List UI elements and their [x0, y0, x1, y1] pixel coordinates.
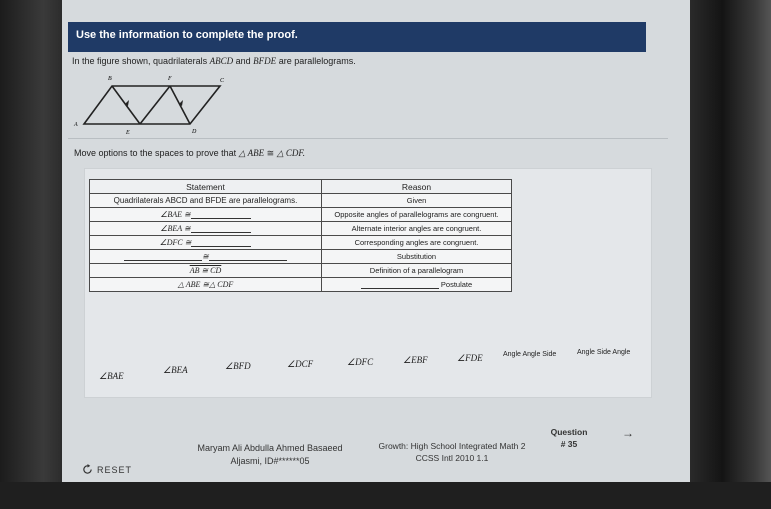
label-a: A — [73, 122, 78, 128]
label-c: C — [220, 78, 225, 84]
option-tile[interactable]: ∠DCF — [287, 359, 313, 370]
drop-slot[interactable] — [191, 239, 252, 247]
course-info: Growth: High School Integrated Math 2 CC… — [362, 440, 542, 464]
prompt-text: Move options to the spaces to prove that — [74, 148, 237, 158]
table-row: ∠BEA ≅ Alternate interior angles are con… — [89, 221, 512, 236]
reason-text: Postulate — [440, 280, 473, 289]
prompt-triangle-cdf: △ CDF. — [276, 148, 305, 158]
label-f: F — [167, 76, 172, 82]
header-statement: Statement — [89, 179, 322, 194]
option-tile[interactable]: ∠BAE — [99, 371, 124, 382]
statement-text: ∠BEA ≅ — [160, 224, 191, 233]
tablet-bezel-left — [0, 0, 62, 509]
statement-text: ∠DFC ≅ — [159, 238, 192, 247]
intro-text: In the figure shown, quadrilaterals ABCD… — [68, 54, 646, 68]
option-tile[interactable]: ∠EBF — [403, 355, 428, 366]
statement-cell: ∠BEA ≅ — [89, 221, 322, 236]
parallelogram-abcd — [82, 85, 222, 125]
next-question-button[interactable]: → — [610, 422, 646, 444]
reset-icon — [83, 464, 92, 474]
header-reason: Reason — [321, 179, 512, 194]
reason-cell: Alternate interior angles are congruent. — [321, 221, 512, 236]
question-number-value: # 35 — [560, 439, 578, 449]
statement-cell: ∠DFC ≅ — [89, 235, 322, 250]
section-divider — [68, 138, 668, 139]
screen: Use the information to complete the proo… — [62, 0, 690, 482]
question-label: Question — [550, 427, 588, 437]
reason-cell: Definition of a parallelogram — [321, 263, 512, 278]
drop-slot[interactable] — [124, 253, 203, 261]
option-tile[interactable]: ∠BEA — [163, 365, 188, 376]
statement-cell: AB ≅ CD — [89, 263, 322, 278]
table-header-row: Statement Reason — [89, 179, 512, 194]
student-id: Aljasmi, ID#******05 — [230, 456, 310, 466]
drop-slot[interactable] — [190, 225, 251, 233]
reason-cell: Substitution — [321, 249, 512, 264]
statement-cell: △ ABE ≅△ CDF — [89, 277, 322, 292]
table-row: ∠DFC ≅ Corresponding angles are congruen… — [89, 235, 512, 250]
reason-cell: Given — [321, 193, 512, 208]
proof-panel: Statement Reason Quadrilaterals ABCD and… — [84, 168, 652, 398]
option-tile[interactable]: Angle Angle Side — [503, 351, 556, 358]
answer-options: ∠BAE ∠BEA ∠BFD ∠DCF ∠DFC ∠EBF ∠FDE Angle… — [85, 345, 653, 385]
parallelogram-figure: B F C A E D — [73, 76, 225, 136]
table-row: AB ≅ CD Definition of a parallelogram — [89, 263, 512, 278]
table-row: ≅ Substitution — [89, 249, 512, 264]
proof-table: Statement Reason Quadrilaterals ABCD and… — [89, 179, 512, 292]
statement-text: Quadrilaterals ABCD and BFDE are paralle… — [113, 196, 298, 205]
prompt-triangle-abe: △ ABE — [238, 148, 265, 158]
option-tile[interactable]: Angle Side Angle — [577, 349, 630, 356]
option-tile[interactable]: ∠DFC — [347, 357, 373, 368]
statement-cell: ≅ — [89, 249, 322, 264]
statement-cell: ∠BAE ≅ — [89, 207, 322, 222]
student-name: Maryam Ali Abdulla Ahmed Basaeed — [197, 443, 343, 453]
segment-fe — [139, 85, 171, 125]
drop-slot[interactable] — [208, 253, 287, 261]
prompt: Move options to the spaces to prove that… — [74, 148, 305, 159]
intro-prefix: In the figure shown, quadrilaterals — [72, 56, 208, 66]
table-row: Quadrilaterals ABCD and BFDE are paralle… — [89, 193, 512, 208]
prompt-congruent-sign: ≅ — [266, 148, 275, 158]
arrow-right-icon: → — [622, 426, 634, 440]
header-title: Use the information to complete the proo… — [76, 29, 298, 41]
drop-slot[interactable] — [190, 211, 251, 219]
course-standard: CCSS Intl 2010 1.1 — [415, 453, 489, 463]
label-d: D — [191, 129, 197, 135]
option-tile[interactable]: ∠BFD — [225, 361, 251, 372]
option-tile[interactable]: ∠FDE — [457, 353, 483, 364]
label-e: E — [125, 130, 130, 136]
segment-be — [111, 85, 141, 125]
statement-text: ∠BAE ≅ — [160, 210, 191, 219]
question-number: Question # 35 — [544, 426, 594, 450]
statement-cell: Quadrilaterals ABCD and BFDE are paralle… — [89, 193, 322, 208]
statement-text: ≅ — [202, 252, 209, 261]
intro-quad2: BFDE — [253, 56, 277, 66]
reset-button[interactable]: RESET — [82, 464, 132, 475]
reason-cell: Corresponding angles are congruent. — [321, 235, 512, 250]
table-row: ∠BAE ≅ Opposite angles of parallelograms… — [89, 207, 512, 222]
drop-slot[interactable] — [360, 281, 439, 289]
intro-quad1: ABCD — [209, 56, 234, 66]
footer: RESET Maryam Ali Abdulla Ahmed Basaeed A… — [62, 420, 690, 482]
reset-label: RESET — [97, 464, 133, 475]
segment-fd — [169, 85, 191, 125]
table-row: △ ABE ≅△ CDF Postulate — [89, 277, 512, 292]
student-info: Maryam Ali Abdulla Ahmed Basaeed Aljasmi… — [180, 442, 360, 468]
tablet-bezel-right — [690, 0, 771, 509]
reason-cell: Postulate — [321, 277, 512, 292]
question-header: Use the information to complete the proo… — [68, 22, 646, 52]
intro-mid: and — [235, 56, 251, 66]
statement-text: AB ≅ CD — [189, 266, 222, 275]
course-name: Growth: High School Integrated Math 2 — [378, 441, 526, 451]
tablet-bezel-bottom — [0, 482, 771, 509]
reason-cell: Opposite angles of parallelograms are co… — [321, 207, 512, 222]
intro-suffix: are parallelograms. — [278, 56, 356, 66]
statement-text: △ ABE ≅△ CDF — [177, 280, 234, 289]
label-b: B — [108, 76, 112, 82]
